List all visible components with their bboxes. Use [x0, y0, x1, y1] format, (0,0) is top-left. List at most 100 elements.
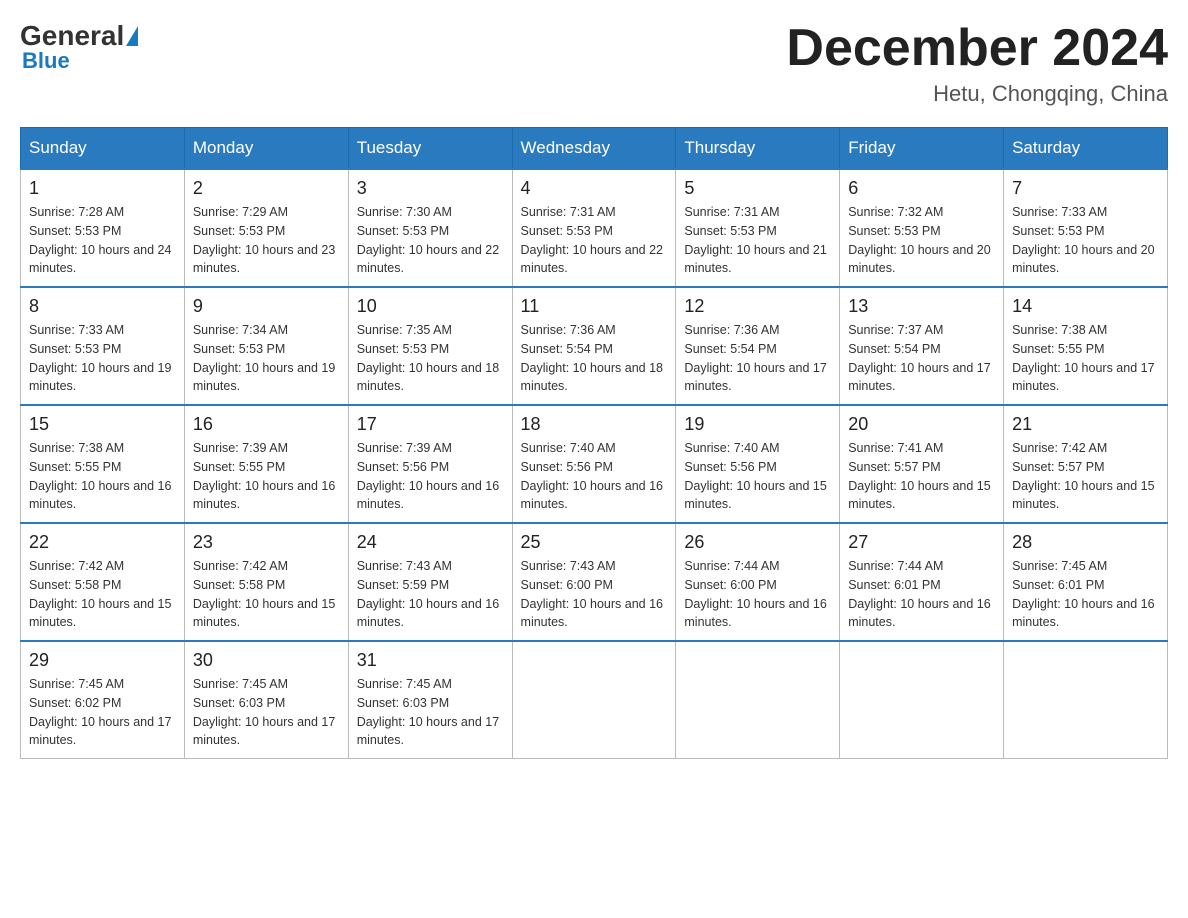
calendar-day-header-friday: Friday	[840, 128, 1004, 170]
calendar-cell-empty	[840, 641, 1004, 759]
day-info: Sunrise: 7:36 AM Sunset: 5:54 PM Dayligh…	[684, 321, 831, 396]
day-number: 19	[684, 414, 831, 435]
day-number: 3	[357, 178, 504, 199]
calendar-cell-day-7: 7 Sunrise: 7:33 AM Sunset: 5:53 PM Dayli…	[1004, 169, 1168, 287]
day-info: Sunrise: 7:40 AM Sunset: 5:56 PM Dayligh…	[684, 439, 831, 514]
day-number: 24	[357, 532, 504, 553]
day-number: 9	[193, 296, 340, 317]
day-number: 6	[848, 178, 995, 199]
logo-triangle-icon	[126, 26, 138, 46]
calendar-day-header-tuesday: Tuesday	[348, 128, 512, 170]
day-number: 8	[29, 296, 176, 317]
day-number: 27	[848, 532, 995, 553]
day-info: Sunrise: 7:35 AM Sunset: 5:53 PM Dayligh…	[357, 321, 504, 396]
calendar-cell-empty	[1004, 641, 1168, 759]
day-info: Sunrise: 7:31 AM Sunset: 5:53 PM Dayligh…	[521, 203, 668, 278]
calendar-table: SundayMondayTuesdayWednesdayThursdayFrid…	[20, 127, 1168, 759]
calendar-cell-day-4: 4 Sunrise: 7:31 AM Sunset: 5:53 PM Dayli…	[512, 169, 676, 287]
day-number: 7	[1012, 178, 1159, 199]
day-info: Sunrise: 7:38 AM Sunset: 5:55 PM Dayligh…	[1012, 321, 1159, 396]
calendar-cell-day-31: 31 Sunrise: 7:45 AM Sunset: 6:03 PM Dayl…	[348, 641, 512, 759]
page-header: General Blue December 2024 Hetu, Chongqi…	[20, 20, 1168, 107]
calendar-day-header-thursday: Thursday	[676, 128, 840, 170]
day-info: Sunrise: 7:45 AM Sunset: 6:01 PM Dayligh…	[1012, 557, 1159, 632]
calendar-cell-day-23: 23 Sunrise: 7:42 AM Sunset: 5:58 PM Dayl…	[184, 523, 348, 641]
calendar-cell-day-21: 21 Sunrise: 7:42 AM Sunset: 5:57 PM Dayl…	[1004, 405, 1168, 523]
day-number: 10	[357, 296, 504, 317]
calendar-cell-day-15: 15 Sunrise: 7:38 AM Sunset: 5:55 PM Dayl…	[21, 405, 185, 523]
day-info: Sunrise: 7:36 AM Sunset: 5:54 PM Dayligh…	[521, 321, 668, 396]
day-number: 17	[357, 414, 504, 435]
day-info: Sunrise: 7:45 AM Sunset: 6:03 PM Dayligh…	[193, 675, 340, 750]
month-title: December 2024	[786, 20, 1168, 77]
calendar-week-row-3: 15 Sunrise: 7:38 AM Sunset: 5:55 PM Dayl…	[21, 405, 1168, 523]
day-info: Sunrise: 7:45 AM Sunset: 6:03 PM Dayligh…	[357, 675, 504, 750]
calendar-cell-day-12: 12 Sunrise: 7:36 AM Sunset: 5:54 PM Dayl…	[676, 287, 840, 405]
calendar-day-header-saturday: Saturday	[1004, 128, 1168, 170]
calendar-cell-day-16: 16 Sunrise: 7:39 AM Sunset: 5:55 PM Dayl…	[184, 405, 348, 523]
day-number: 18	[521, 414, 668, 435]
calendar-day-header-monday: Monday	[184, 128, 348, 170]
calendar-cell-day-5: 5 Sunrise: 7:31 AM Sunset: 5:53 PM Dayli…	[676, 169, 840, 287]
day-number: 4	[521, 178, 668, 199]
day-info: Sunrise: 7:43 AM Sunset: 6:00 PM Dayligh…	[521, 557, 668, 632]
day-number: 22	[29, 532, 176, 553]
calendar-header-row: SundayMondayTuesdayWednesdayThursdayFrid…	[21, 128, 1168, 170]
calendar-cell-empty	[512, 641, 676, 759]
day-number: 25	[521, 532, 668, 553]
day-number: 1	[29, 178, 176, 199]
calendar-cell-day-3: 3 Sunrise: 7:30 AM Sunset: 5:53 PM Dayli…	[348, 169, 512, 287]
calendar-cell-day-20: 20 Sunrise: 7:41 AM Sunset: 5:57 PM Dayl…	[840, 405, 1004, 523]
calendar-cell-day-27: 27 Sunrise: 7:44 AM Sunset: 6:01 PM Dayl…	[840, 523, 1004, 641]
day-info: Sunrise: 7:44 AM Sunset: 6:00 PM Dayligh…	[684, 557, 831, 632]
calendar-cell-day-30: 30 Sunrise: 7:45 AM Sunset: 6:03 PM Dayl…	[184, 641, 348, 759]
calendar-cell-day-17: 17 Sunrise: 7:39 AM Sunset: 5:56 PM Dayl…	[348, 405, 512, 523]
day-info: Sunrise: 7:37 AM Sunset: 5:54 PM Dayligh…	[848, 321, 995, 396]
calendar-cell-day-6: 6 Sunrise: 7:32 AM Sunset: 5:53 PM Dayli…	[840, 169, 1004, 287]
day-number: 31	[357, 650, 504, 671]
day-info: Sunrise: 7:44 AM Sunset: 6:01 PM Dayligh…	[848, 557, 995, 632]
location: Hetu, Chongqing, China	[786, 81, 1168, 107]
calendar-cell-day-18: 18 Sunrise: 7:40 AM Sunset: 5:56 PM Dayl…	[512, 405, 676, 523]
calendar-cell-day-13: 13 Sunrise: 7:37 AM Sunset: 5:54 PM Dayl…	[840, 287, 1004, 405]
calendar-cell-day-28: 28 Sunrise: 7:45 AM Sunset: 6:01 PM Dayl…	[1004, 523, 1168, 641]
day-info: Sunrise: 7:33 AM Sunset: 5:53 PM Dayligh…	[29, 321, 176, 396]
calendar-cell-day-22: 22 Sunrise: 7:42 AM Sunset: 5:58 PM Dayl…	[21, 523, 185, 641]
day-info: Sunrise: 7:42 AM Sunset: 5:58 PM Dayligh…	[193, 557, 340, 632]
calendar-cell-day-9: 9 Sunrise: 7:34 AM Sunset: 5:53 PM Dayli…	[184, 287, 348, 405]
calendar-cell-day-26: 26 Sunrise: 7:44 AM Sunset: 6:00 PM Dayl…	[676, 523, 840, 641]
calendar-cell-day-2: 2 Sunrise: 7:29 AM Sunset: 5:53 PM Dayli…	[184, 169, 348, 287]
day-info: Sunrise: 7:43 AM Sunset: 5:59 PM Dayligh…	[357, 557, 504, 632]
calendar-cell-day-10: 10 Sunrise: 7:35 AM Sunset: 5:53 PM Dayl…	[348, 287, 512, 405]
day-number: 21	[1012, 414, 1159, 435]
day-info: Sunrise: 7:39 AM Sunset: 5:56 PM Dayligh…	[357, 439, 504, 514]
day-number: 15	[29, 414, 176, 435]
day-info: Sunrise: 7:45 AM Sunset: 6:02 PM Dayligh…	[29, 675, 176, 750]
calendar-cell-day-11: 11 Sunrise: 7:36 AM Sunset: 5:54 PM Dayl…	[512, 287, 676, 405]
day-number: 29	[29, 650, 176, 671]
day-info: Sunrise: 7:29 AM Sunset: 5:53 PM Dayligh…	[193, 203, 340, 278]
day-number: 16	[193, 414, 340, 435]
calendar-cell-day-14: 14 Sunrise: 7:38 AM Sunset: 5:55 PM Dayl…	[1004, 287, 1168, 405]
calendar-cell-day-29: 29 Sunrise: 7:45 AM Sunset: 6:02 PM Dayl…	[21, 641, 185, 759]
day-number: 28	[1012, 532, 1159, 553]
day-info: Sunrise: 7:28 AM Sunset: 5:53 PM Dayligh…	[29, 203, 176, 278]
calendar-week-row-2: 8 Sunrise: 7:33 AM Sunset: 5:53 PM Dayli…	[21, 287, 1168, 405]
day-number: 30	[193, 650, 340, 671]
calendar-cell-day-8: 8 Sunrise: 7:33 AM Sunset: 5:53 PM Dayli…	[21, 287, 185, 405]
day-number: 5	[684, 178, 831, 199]
day-info: Sunrise: 7:30 AM Sunset: 5:53 PM Dayligh…	[357, 203, 504, 278]
logo-blue-text: Blue	[22, 48, 70, 74]
calendar-day-header-wednesday: Wednesday	[512, 128, 676, 170]
calendar-cell-day-24: 24 Sunrise: 7:43 AM Sunset: 5:59 PM Dayl…	[348, 523, 512, 641]
calendar-cell-day-25: 25 Sunrise: 7:43 AM Sunset: 6:00 PM Dayl…	[512, 523, 676, 641]
calendar-cell-empty	[676, 641, 840, 759]
day-info: Sunrise: 7:31 AM Sunset: 5:53 PM Dayligh…	[684, 203, 831, 278]
calendar-week-row-1: 1 Sunrise: 7:28 AM Sunset: 5:53 PM Dayli…	[21, 169, 1168, 287]
day-info: Sunrise: 7:39 AM Sunset: 5:55 PM Dayligh…	[193, 439, 340, 514]
calendar-week-row-4: 22 Sunrise: 7:42 AM Sunset: 5:58 PM Dayl…	[21, 523, 1168, 641]
day-number: 26	[684, 532, 831, 553]
calendar-day-header-sunday: Sunday	[21, 128, 185, 170]
day-number: 2	[193, 178, 340, 199]
title-area: December 2024 Hetu, Chongqing, China	[786, 20, 1168, 107]
